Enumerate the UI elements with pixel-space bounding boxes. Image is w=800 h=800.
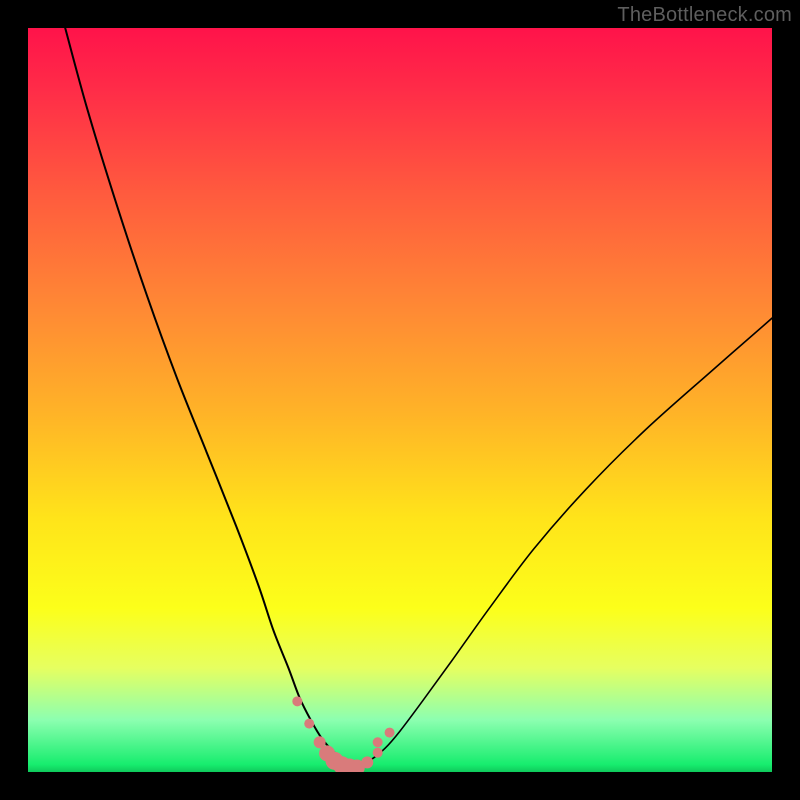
watermark-text: TheBottleneck.com: [617, 4, 792, 27]
right-curve: [355, 318, 772, 766]
bottom-markers: [292, 696, 394, 772]
plot-area: [28, 28, 772, 772]
chart-frame: TheBottleneck.com: [0, 0, 800, 800]
left-curve: [65, 28, 355, 766]
curve-layer: [28, 28, 772, 772]
